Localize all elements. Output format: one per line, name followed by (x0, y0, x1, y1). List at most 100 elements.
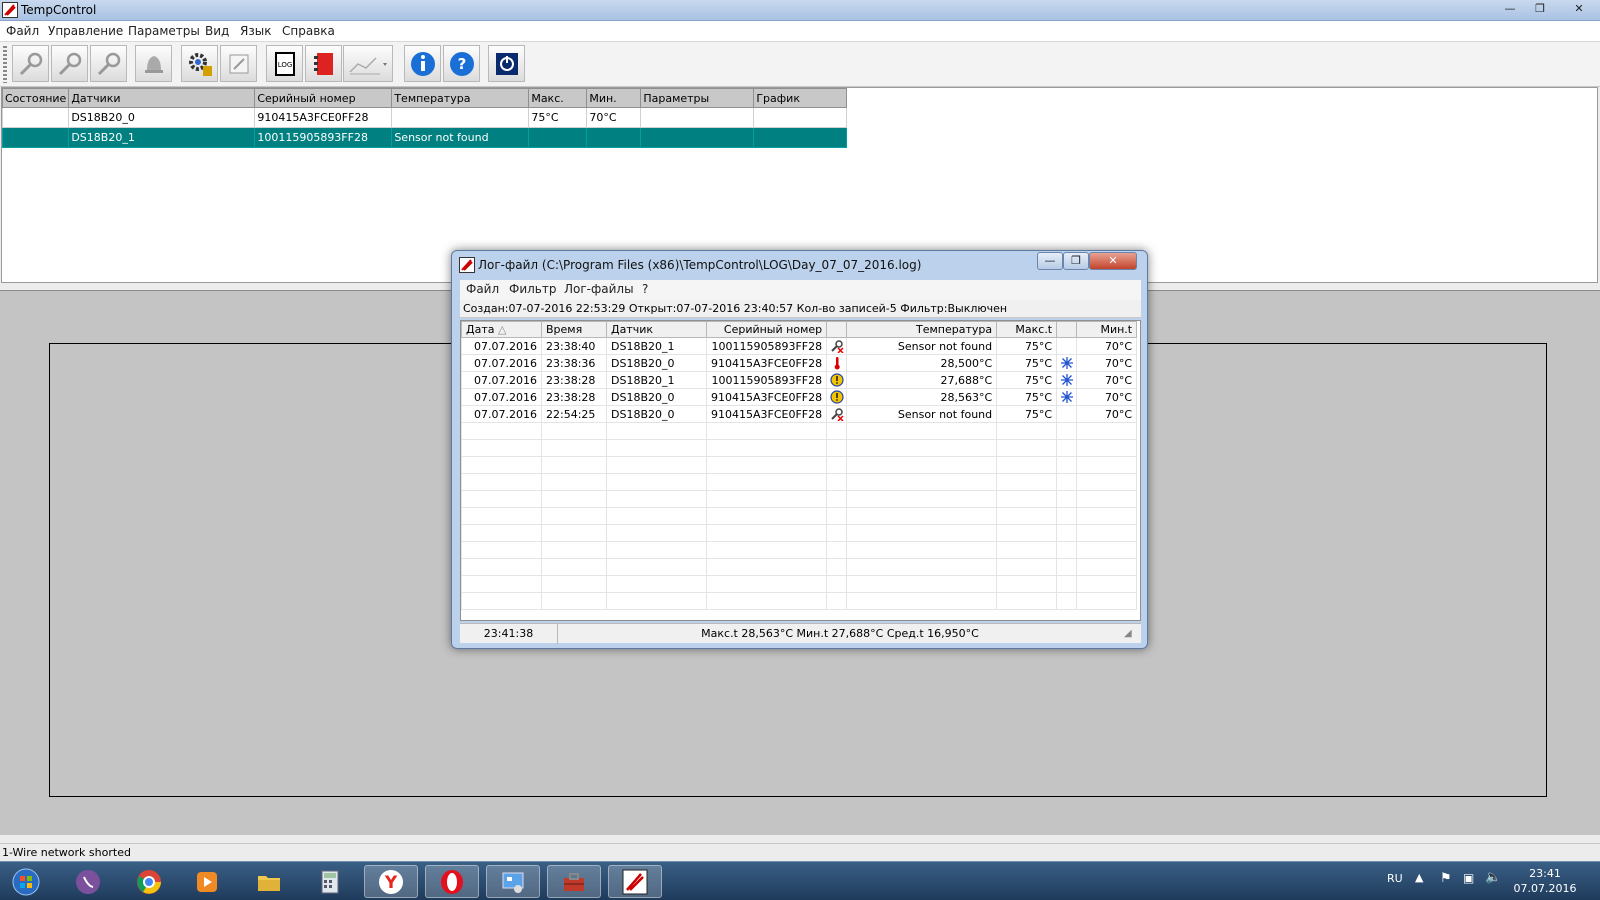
alarm-button[interactable] (135, 45, 172, 82)
taskbar-app[interactable]: Y (364, 865, 418, 898)
col-parameters[interactable]: Параметры (640, 88, 755, 108)
log-col-temperature[interactable]: Температура (846, 321, 998, 338)
log-row[interactable]: 07.07.2016 23:38:28 DS18B20_1 1001159058… (461, 371, 1138, 389)
connect-button[interactable] (12, 45, 49, 82)
log-cell-icon2 (1056, 388, 1078, 406)
snowflake-icon (1060, 374, 1073, 386)
tray-expand-icon[interactable]: ▲ (1415, 871, 1423, 884)
disconnect-icon (58, 52, 81, 75)
minimize-button[interactable]: — (1495, 0, 1525, 19)
taskbar-app[interactable] (547, 865, 601, 898)
taskbar-app[interactable] (180, 865, 234, 898)
log-row[interactable]: 07.07.2016 22:54:25 DS18B20_0 910415A3FC… (461, 405, 1138, 423)
warning-icon (830, 373, 844, 387)
tray-network-icon[interactable]: ▣ (1463, 871, 1474, 885)
tray-flag-icon[interactable]: ⚑ (1440, 871, 1452, 886)
dialog-menu-file[interactable]: Файл (466, 282, 499, 296)
app-icon (2, 2, 18, 18)
log-col-date[interactable]: Дата △ (461, 321, 542, 338)
start-button[interactable] (0, 865, 52, 898)
log-row (461, 507, 1138, 525)
col-serial[interactable]: Серийный номер (254, 88, 393, 108)
col-state[interactable]: Состояние (1, 88, 70, 108)
log-col-max[interactable]: Макс.t (996, 321, 1058, 338)
cell-parameters (640, 127, 755, 148)
log-cell-time: 23:38:40 (541, 337, 607, 355)
log-col-time[interactable]: Время (541, 321, 607, 338)
log-row[interactable]: 07.07.2016 23:38:28 DS18B20_0 910415A3FC… (461, 388, 1138, 406)
log-cell-temperature: Sensor not found (846, 405, 998, 423)
log-cell-min: 70°C (1076, 405, 1138, 423)
log-cell-time: 23:38:28 (541, 371, 607, 389)
log-row[interactable]: 07.07.2016 23:38:36 DS18B20_0 910415A3FC… (461, 354, 1138, 372)
menu-view[interactable]: Вид (205, 24, 229, 38)
log-cell-time: 22:54:25 (541, 405, 607, 423)
col-sensors[interactable]: Датчики (68, 88, 256, 108)
menu-parameters[interactable]: Параметры (128, 24, 200, 38)
log-cell-max: 75°C (996, 388, 1058, 406)
log-row (461, 439, 1138, 457)
log-cell-temperature: 27,688°C (846, 371, 998, 389)
log-col-sensor[interactable]: Датчик (606, 321, 707, 338)
menu-file[interactable]: Файл (6, 24, 39, 38)
log-cell-time: 23:38:36 (541, 354, 607, 372)
log-cell-icon (826, 354, 848, 372)
tray-volume-icon[interactable]: 🔈 (1485, 870, 1501, 885)
log-button[interactable]: LOG (266, 45, 303, 82)
settings-button[interactable] (181, 45, 218, 82)
taskbar-app[interactable] (425, 865, 479, 898)
maximize-button[interactable]: ❐ (1525, 0, 1555, 19)
dialog-menu-filter[interactable]: Фильтр (509, 282, 556, 296)
notebook-button[interactable] (305, 45, 342, 82)
dialog-menu-about[interactable]: ? (642, 282, 648, 296)
table-row[interactable]: DS18B20_0 910415A3FCE0FF28 75°C 70°C (1, 107, 848, 128)
log-cell-time: 23:38:28 (541, 388, 607, 406)
table-row[interactable]: DS18B20_1 100115905893FF28 Sensor not fo… (1, 127, 848, 148)
dialog-maximize-button[interactable]: ❐ (1063, 252, 1089, 270)
settings-icon (188, 52, 212, 76)
log-cell-temperature: 28,500°C (846, 354, 998, 372)
info-button[interactable] (404, 45, 441, 82)
menu-help[interactable]: Справка (282, 24, 335, 38)
log-col-serial[interactable]: Серийный номер (705, 321, 828, 338)
help-button[interactable]: ? (443, 45, 480, 82)
taskbar-app[interactable] (122, 865, 176, 898)
chart-icon (349, 56, 387, 74)
log-table: Дата △ Время Датчик Серийный номер Темпе… (461, 321, 1138, 610)
taskbar-app[interactable] (608, 865, 662, 898)
log-row (461, 558, 1138, 576)
col-max[interactable]: Макс. (528, 88, 588, 108)
bell-icon (144, 55, 163, 73)
tray-clock[interactable]: 23:41 07.07.2016 (1510, 866, 1580, 896)
taskbar-app[interactable] (486, 865, 540, 898)
menu-language[interactable]: Язык (240, 24, 271, 38)
close-button[interactable]: ✕ (1560, 0, 1598, 19)
log-col-min[interactable]: Мин.t (1076, 321, 1138, 338)
tray-language[interactable]: RU (1387, 872, 1403, 885)
taskbar-app[interactable] (242, 865, 296, 898)
log-file-dialog[interactable]: Лог-файл (C:\Program Files (x86)\TempCon… (451, 250, 1148, 649)
dialog-menu-logfiles[interactable]: Лог-файлы (564, 282, 634, 296)
menu-control[interactable]: Управление (48, 24, 123, 38)
log-row[interactable]: 07.07.2016 23:38:40 DS18B20_1 1001159058… (461, 337, 1138, 355)
dialog-minimize-button[interactable]: — (1037, 252, 1063, 270)
log-col-trend-icon[interactable] (1056, 321, 1078, 338)
taskbar-app[interactable] (303, 865, 357, 898)
col-min[interactable]: Мин. (586, 88, 642, 108)
col-temperature[interactable]: Температура (391, 88, 530, 108)
power-button[interactable] (488, 45, 525, 82)
window-titlebar[interactable]: TempControl — ❐ ✕ (0, 0, 1600, 21)
toolbar-grip[interactable] (3, 46, 7, 83)
resize-grip-icon[interactable]: ◢ (1124, 628, 1132, 639)
log-col-state-icon[interactable] (826, 321, 848, 338)
search-sensor-button[interactable] (90, 45, 127, 82)
disconnect-button[interactable] (51, 45, 88, 82)
log-cell-max: 75°C (996, 354, 1058, 372)
chart-button[interactable] (343, 45, 393, 82)
col-graph[interactable]: График (753, 88, 848, 108)
log-status-time: 23:41:38 (460, 624, 558, 644)
log-cell-icon2 (1056, 405, 1078, 423)
edit-button[interactable] (220, 45, 257, 82)
dialog-close-button[interactable]: ✕ (1089, 252, 1137, 270)
taskbar-app[interactable] (61, 865, 115, 898)
